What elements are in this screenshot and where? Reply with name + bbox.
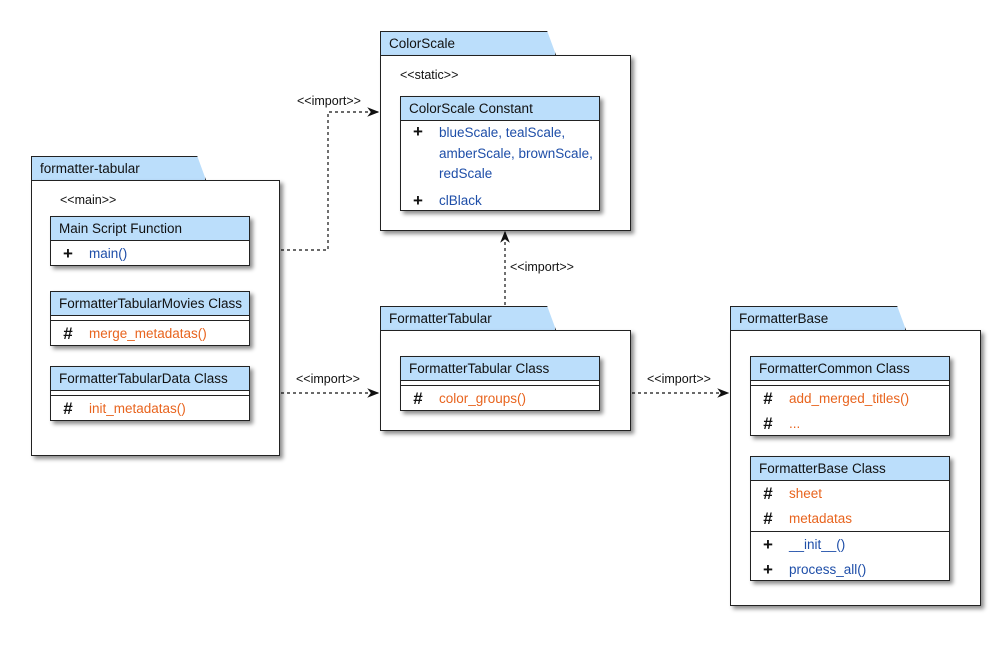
class-name: ColorScale Constant bbox=[401, 97, 599, 121]
protected-icon: # bbox=[63, 324, 73, 343]
method: + process_all() bbox=[751, 557, 949, 582]
class-name: FormatterCommon Class bbox=[751, 357, 949, 381]
member-name: main() bbox=[89, 246, 128, 261]
class-name: FormatterBase Class bbox=[751, 457, 949, 481]
member: + main() bbox=[51, 241, 249, 266]
package-tab-formatter-tabular: formatter-tabular bbox=[31, 156, 206, 180]
import-label: <<import>> bbox=[647, 372, 711, 386]
package-name: formatter-tabular bbox=[40, 161, 140, 176]
class-formattercommon: FormatterCommon Class # add_merged_titles… bbox=[750, 356, 950, 436]
protected-icon: # bbox=[763, 484, 773, 503]
package-name: FormatterTabular bbox=[389, 311, 492, 326]
stereotype: <<static>> bbox=[400, 68, 459, 82]
public-icon: + bbox=[763, 560, 773, 579]
package-tab-formatterbase: FormatterBase bbox=[730, 306, 906, 330]
package-name: FormatterBase bbox=[739, 311, 829, 326]
package-tab-colorscale: ColorScale bbox=[380, 31, 556, 55]
method: + __init__() bbox=[751, 532, 949, 557]
attribute: # sheet bbox=[751, 481, 949, 506]
protected-icon: # bbox=[763, 389, 773, 408]
member-name: merge_metadatas() bbox=[89, 326, 207, 341]
member-name: clBlack bbox=[439, 193, 482, 208]
import-label: <<import>> bbox=[296, 372, 360, 386]
member-name: init_metadatas() bbox=[89, 401, 186, 416]
public-icon: + bbox=[763, 535, 773, 554]
member-name: metadatas bbox=[789, 511, 853, 526]
class-main-script-function: Main Script Function + main() bbox=[50, 216, 250, 266]
class-name: FormatterTabular Class bbox=[401, 357, 599, 381]
class-formattertabularmovies: FormatterTabularMovies Class # merge_meta… bbox=[50, 291, 250, 346]
member: #... bbox=[751, 411, 949, 436]
member: # color_groups() bbox=[401, 386, 599, 411]
import-arrow-main-to-colorscale bbox=[281, 107, 380, 251]
class-colorscale-constant: ColorScale Constant + blueScale, tealScal… bbox=[400, 96, 600, 211]
member-name: add_merged_titles() bbox=[789, 391, 910, 406]
public-icon: + bbox=[413, 122, 423, 141]
public-icon: + bbox=[413, 191, 423, 210]
member: # merge_metadatas() bbox=[51, 321, 249, 346]
public-icon: + bbox=[63, 244, 73, 263]
member: + clBlack bbox=[401, 188, 599, 213]
protected-icon: # bbox=[63, 399, 73, 418]
member-name: __init__() bbox=[789, 537, 846, 552]
member: + blueScale, tealScale, amberScale, brown… bbox=[401, 121, 599, 188]
class-formattertabulardata: FormatterTabularData Class # init_metadat… bbox=[50, 366, 250, 421]
class-name: Main Script Function bbox=[51, 217, 249, 241]
member-name: sheet bbox=[789, 486, 823, 501]
attribute: # metadatas bbox=[751, 506, 949, 531]
class-name: FormatterTabularMovies Class bbox=[51, 292, 249, 316]
member-name: ... bbox=[789, 416, 801, 431]
protected-icon: # bbox=[763, 509, 773, 528]
member: # init_metadatas() bbox=[51, 396, 249, 421]
member-name: process_all() bbox=[789, 562, 867, 577]
stereotype: <<main>> bbox=[60, 193, 117, 207]
package-tab-formattertabular: FormatterTabular bbox=[380, 306, 556, 330]
class-formattertabular: FormatterTabular Class # color_groups() bbox=[400, 356, 600, 411]
class-name: FormatterTabularData Class bbox=[51, 367, 249, 391]
import-label: <<import>> bbox=[510, 260, 574, 274]
protected-icon: # bbox=[763, 414, 773, 433]
package-name: ColorScale bbox=[389, 36, 456, 51]
protected-icon: # bbox=[413, 389, 423, 408]
import-label: <<import>> bbox=[297, 94, 361, 108]
member: # add_merged_titles() bbox=[751, 386, 949, 411]
class-formatterbase: FormatterBase Class # sheet # metadatas + _… bbox=[750, 456, 950, 581]
member-name: blueScale, tealScale, amberScale, brownS… bbox=[439, 125, 593, 181]
member-name: color_groups() bbox=[439, 391, 527, 406]
